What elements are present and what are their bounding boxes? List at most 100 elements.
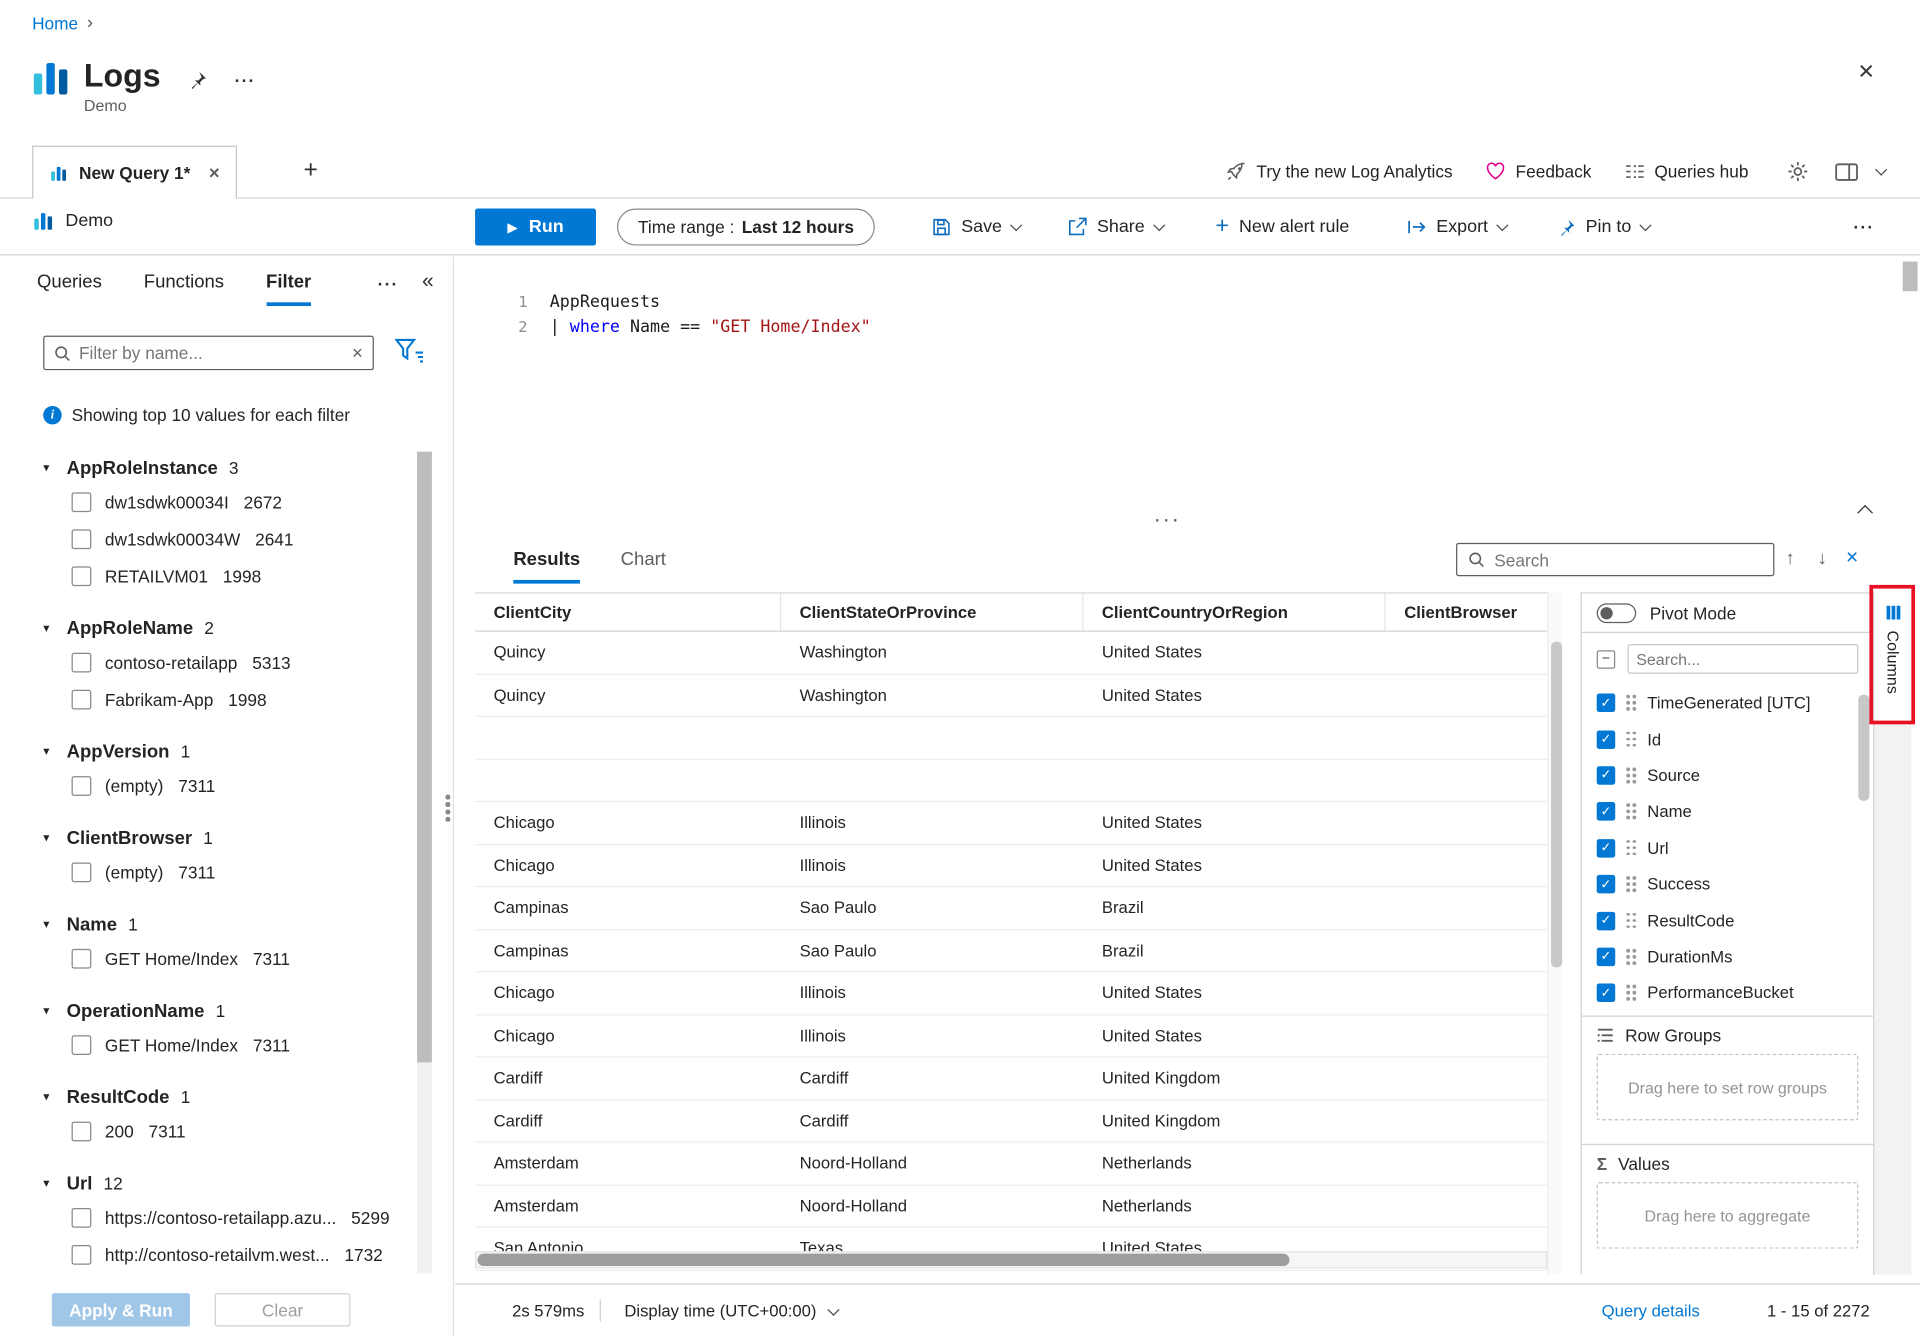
column-field-item[interactable]: ✓ Source bbox=[1582, 757, 1873, 793]
filter-funnel-icon[interactable] bbox=[395, 338, 425, 364]
columns-search-input[interactable] bbox=[1636, 650, 1849, 669]
row-groups-dropzone[interactable]: Drag here to set row groups bbox=[1597, 1054, 1859, 1121]
table-column-header[interactable]: ClientStateOrProvince bbox=[781, 594, 1083, 631]
column-field-item[interactable]: ✓ DurationMs bbox=[1582, 939, 1873, 975]
drag-handle-icon[interactable] bbox=[1626, 840, 1636, 856]
checkbox-unchecked[interactable] bbox=[72, 529, 92, 549]
tab-close-icon[interactable]: × bbox=[209, 162, 220, 183]
sidebar-resize-handle[interactable] bbox=[445, 795, 449, 799]
filter-group-header[interactable]: ▾ OperationName 1 bbox=[43, 995, 413, 1027]
table-row[interactable]: QuincyWashingtonUnited States bbox=[475, 674, 1547, 717]
scope-selector[interactable]: Demo bbox=[32, 210, 113, 232]
sidebar-scrollbar[interactable] bbox=[417, 452, 432, 1274]
new-tab-button[interactable]: + bbox=[304, 157, 318, 185]
checkbox-checked[interactable]: ✓ bbox=[1597, 839, 1616, 858]
checkbox-checked[interactable]: ✓ bbox=[1597, 911, 1616, 930]
collapse-sidebar-icon[interactable]: « bbox=[422, 269, 434, 294]
checkbox-unchecked[interactable] bbox=[72, 653, 92, 673]
table-row[interactable] bbox=[475, 717, 1547, 760]
query-editor[interactable]: 1AppRequests 2| where Name == "GET Home/… bbox=[455, 257, 1920, 538]
filter-item[interactable]: contoso-retailapp 5313 bbox=[43, 644, 413, 681]
filter-group-header[interactable]: ▾ AppRoleInstance 3 bbox=[43, 452, 413, 484]
tab-functions[interactable]: Functions bbox=[144, 271, 224, 306]
table-row[interactable]: CampinasSao PauloBrazil bbox=[475, 887, 1547, 930]
drag-handle-icon[interactable] bbox=[1626, 804, 1636, 820]
checkbox-checked[interactable]: ✓ bbox=[1597, 802, 1616, 821]
checkbox-checked[interactable]: ✓ bbox=[1597, 948, 1616, 967]
drag-handle-icon[interactable] bbox=[1626, 876, 1636, 892]
filter-search-input[interactable] bbox=[79, 343, 343, 363]
drag-handle-icon[interactable] bbox=[1626, 985, 1636, 1001]
tab-filter[interactable]: Filter bbox=[266, 271, 311, 306]
values-dropzone[interactable]: Drag here to aggregate bbox=[1597, 1182, 1859, 1249]
tab-new-query-1[interactable]: New Query 1* × bbox=[32, 146, 237, 199]
table-row[interactable]: CampinasSao PauloBrazil bbox=[475, 930, 1547, 973]
column-field-item[interactable]: ✓ Success bbox=[1582, 866, 1873, 902]
filter-item[interactable]: http://contoso-retailvm.west... 1732 bbox=[43, 1236, 413, 1273]
select-all-checkbox-indeterminate[interactable]: − bbox=[1597, 650, 1616, 669]
checkbox-unchecked[interactable] bbox=[72, 776, 92, 796]
table-row[interactable]: ChicagoIllinoisUnited States bbox=[475, 972, 1547, 1015]
scrollbar-thumb[interactable] bbox=[417, 452, 432, 1063]
close-search-icon[interactable]: × bbox=[1846, 545, 1858, 570]
checkbox-unchecked[interactable] bbox=[72, 566, 92, 586]
tab-chart[interactable]: Chart bbox=[621, 549, 666, 570]
clear-button[interactable]: Clear bbox=[215, 1293, 351, 1326]
checkbox-checked[interactable]: ✓ bbox=[1597, 984, 1616, 1003]
previous-match-icon[interactable]: ↑ bbox=[1785, 548, 1794, 569]
collapse-editor-chevron-icon[interactable] bbox=[1857, 505, 1873, 521]
filter-group-header[interactable]: ▾ Url 12 bbox=[43, 1167, 413, 1199]
checkbox-unchecked[interactable] bbox=[72, 949, 92, 969]
drag-handle-icon[interactable] bbox=[1626, 695, 1636, 711]
checkbox-unchecked[interactable] bbox=[72, 690, 92, 710]
export-button[interactable]: Export bbox=[1407, 209, 1507, 246]
settings-gear-icon[interactable] bbox=[1787, 160, 1809, 182]
breadcrumb-home-link[interactable]: Home bbox=[32, 13, 78, 33]
feedback-button[interactable]: Feedback bbox=[1486, 162, 1591, 182]
time-range-picker[interactable]: Time range : Last 12 hours bbox=[617, 209, 875, 246]
save-button[interactable]: Save bbox=[932, 209, 1021, 246]
filter-group-header[interactable]: ▾ AppVersion 1 bbox=[43, 735, 413, 767]
checkbox-checked[interactable]: ✓ bbox=[1597, 694, 1616, 713]
column-field-item[interactable]: ✓ ResultCode bbox=[1582, 902, 1873, 938]
drag-handle-icon[interactable] bbox=[1626, 913, 1636, 929]
filter-group-header[interactable]: ▾ Name 1 bbox=[43, 908, 413, 940]
scrollbar-thumb[interactable] bbox=[1903, 262, 1918, 292]
tab-queries[interactable]: Queries bbox=[37, 271, 102, 306]
filter-item[interactable]: https://contoso-retailapp.azu... 5299 bbox=[43, 1199, 413, 1236]
share-button[interactable]: Share bbox=[1067, 209, 1163, 246]
table-row[interactable] bbox=[475, 759, 1547, 802]
table-row[interactable]: AmsterdamNoord-HollandNetherlands bbox=[475, 1185, 1547, 1228]
filter-item[interactable]: RETAILVM01 1998 bbox=[43, 558, 413, 595]
results-search-input[interactable] bbox=[1494, 550, 1762, 570]
new-alert-rule-button[interactable]: + New alert rule bbox=[1215, 209, 1349, 246]
editor-results-splitter[interactable]: ··· bbox=[1155, 511, 1182, 530]
checkbox-checked[interactable]: ✓ bbox=[1597, 875, 1616, 894]
try-new-log-analytics-button[interactable]: Try the new Log Analytics bbox=[1227, 162, 1453, 182]
filter-item[interactable]: Fabrikam-App 1998 bbox=[43, 681, 413, 718]
scrollbar-thumb[interactable] bbox=[1551, 642, 1562, 968]
filter-group-header[interactable]: ▾ ResultCode 1 bbox=[43, 1081, 413, 1113]
table-row[interactable]: CardiffCardiffUnited Kingdom bbox=[475, 1100, 1547, 1143]
checkbox-unchecked[interactable] bbox=[72, 1245, 92, 1265]
editor-line[interactable]: 1AppRequests bbox=[455, 265, 1920, 290]
checkbox-unchecked[interactable] bbox=[72, 492, 92, 512]
filter-item[interactable]: 200 7311 bbox=[43, 1113, 413, 1150]
column-field-item[interactable]: ✓ Name bbox=[1582, 794, 1873, 830]
table-row[interactable]: ChicagoIllinoisUnited States bbox=[475, 845, 1547, 888]
pin-to-button[interactable]: Pin to bbox=[1557, 209, 1650, 246]
next-match-icon[interactable]: ↓ bbox=[1818, 548, 1827, 569]
column-field-item[interactable]: ✓ PerformanceBucket bbox=[1582, 975, 1873, 1011]
close-button[interactable]: × bbox=[1858, 59, 1874, 84]
grid-vertical-scrollbar[interactable] bbox=[1547, 592, 1562, 1274]
grid-horizontal-scrollbar[interactable] bbox=[475, 1251, 1547, 1268]
run-button[interactable]: ▶ Run bbox=[475, 209, 596, 246]
pivot-mode-toggle[interactable] bbox=[1597, 603, 1636, 623]
chevron-down-icon[interactable] bbox=[1875, 164, 1887, 176]
field-list-scrollbar-thumb[interactable] bbox=[1858, 695, 1869, 801]
table-row[interactable]: CardiffCardiffUnited Kingdom bbox=[475, 1057, 1547, 1100]
checkbox-checked[interactable]: ✓ bbox=[1597, 766, 1616, 785]
filter-item[interactable]: GET Home/Index 7311 bbox=[43, 1027, 413, 1064]
apply-and-run-button[interactable]: Apply & Run bbox=[52, 1293, 190, 1326]
editor-scrollbar[interactable] bbox=[1903, 262, 1918, 531]
